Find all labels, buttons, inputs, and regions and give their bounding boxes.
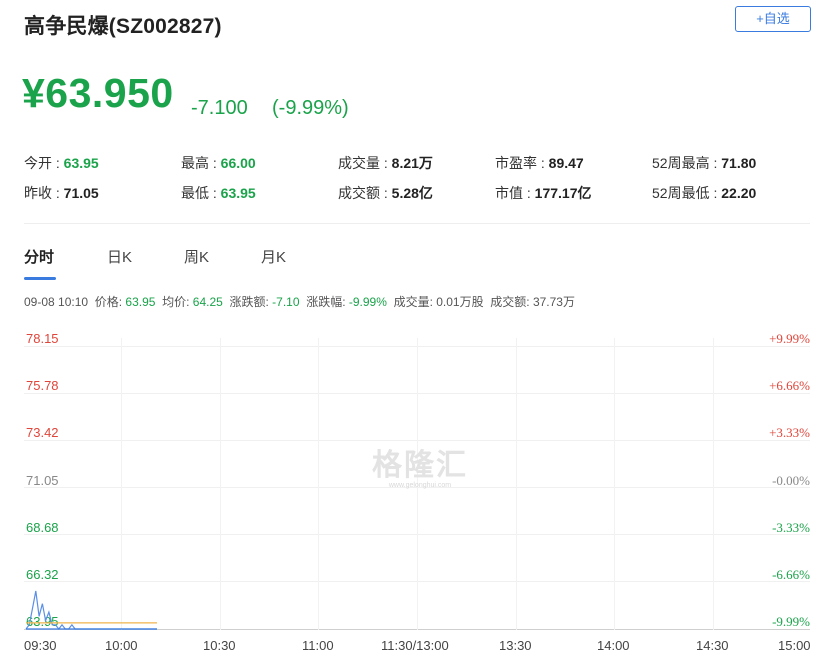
tab-intraday[interactable]: 分时 bbox=[24, 246, 54, 267]
watermark-name: 格隆汇 bbox=[372, 449, 468, 482]
stat-volume: 成交量 : 8.21万 bbox=[338, 153, 433, 173]
stat-open-label: 今开 : bbox=[24, 155, 64, 171]
section-divider bbox=[24, 223, 810, 224]
stat-high52-label: 52周最高 : bbox=[652, 155, 722, 171]
stat-low: 最低 : 63.95 bbox=[181, 183, 256, 203]
x-label-time: 15:00 bbox=[778, 638, 811, 653]
stat-high52: 52周最高 : 71.80 bbox=[652, 153, 756, 173]
stat-open: 今开 : 63.95 bbox=[24, 153, 99, 173]
intraday-chart bbox=[25, 590, 157, 630]
y-label-price: 71.05 bbox=[26, 473, 59, 488]
stat-pe-value: 89.47 bbox=[548, 155, 584, 171]
x-label-time: 13:30 bbox=[499, 638, 532, 653]
x-label-time: 10:30 bbox=[203, 638, 236, 653]
info-price-label: 价格: bbox=[94, 295, 126, 309]
info-price: 63.95 bbox=[125, 295, 156, 309]
y-label-percent: -0.00% bbox=[772, 473, 810, 488]
info-chg: -7.10 bbox=[272, 295, 300, 309]
info-vol-label: 成交量: bbox=[393, 295, 437, 309]
current-price: ¥63.950 bbox=[22, 70, 174, 116]
y-label-price: 68.68 bbox=[26, 520, 59, 535]
stat-high-value: 66.00 bbox=[220, 155, 256, 171]
info-avg: 64.25 bbox=[192, 295, 223, 309]
stat-prev-close: 昨收 : 71.05 bbox=[24, 183, 99, 203]
tab-weekly-k[interactable]: 周K bbox=[184, 246, 209, 267]
watermark-logo: 格隆汇 www.gelonghui.com bbox=[372, 440, 468, 489]
x-label-time: 11:30/13:00 bbox=[381, 638, 449, 653]
y-label-percent: +9.99% bbox=[769, 331, 810, 346]
info-amt-label: 成交额: bbox=[490, 295, 533, 309]
info-pct: -9.99% bbox=[348, 295, 387, 309]
stat-turnover: 成交额 : 5.28亿 bbox=[338, 183, 433, 203]
x-label-time: 10:00 bbox=[105, 638, 138, 653]
stock-title: 高争民爆(SZ002827) bbox=[24, 15, 222, 38]
stat-pe: 市盈率 : 89.47 bbox=[495, 153, 584, 173]
tab-monthly-k[interactable]: 月K bbox=[261, 246, 286, 267]
stat-volume-label: 成交量 : bbox=[338, 155, 392, 171]
stat-pe-label: 市盈率 : bbox=[495, 155, 549, 171]
tab-daily-k[interactable]: 日K bbox=[107, 246, 132, 267]
info-pct-label: 涨跌幅: bbox=[306, 295, 349, 309]
stat-prev-close-value: 71.05 bbox=[63, 185, 99, 201]
stat-high-label: 最高 : bbox=[181, 155, 221, 171]
y-label-percent: +3.33% bbox=[769, 425, 810, 440]
y-label-price: 73.42 bbox=[26, 425, 59, 440]
stat-low-label: 最低 : bbox=[181, 185, 221, 201]
stat-turnover-label: 成交额 : bbox=[338, 185, 392, 201]
stat-market-cap-label: 市值 : bbox=[495, 185, 535, 201]
y-label-price: 78.15 bbox=[26, 331, 59, 346]
active-tab-indicator bbox=[24, 277, 56, 280]
stat-market-cap-value: 177.17亿 bbox=[534, 185, 592, 201]
stat-high52-value: 71.80 bbox=[721, 155, 757, 171]
info-datetime: 09-08 10:10 bbox=[24, 295, 89, 309]
add-watchlist-button[interactable]: +自选 bbox=[735, 6, 811, 32]
stat-low52-label: 52周最低 : bbox=[652, 185, 722, 201]
info-avg-label: 均价: bbox=[162, 295, 193, 309]
y-label-percent: +6.66% bbox=[769, 378, 810, 393]
x-label-time: 14:30 bbox=[696, 638, 729, 653]
price-change-percent: (-9.99%) bbox=[272, 97, 349, 119]
stat-open-value: 63.95 bbox=[63, 155, 99, 171]
stat-low52-value: 22.20 bbox=[721, 185, 757, 201]
y-label-percent: -3.33% bbox=[772, 520, 810, 535]
price-change: -7.100 bbox=[191, 97, 248, 119]
x-label-time: 11:00 bbox=[302, 638, 334, 653]
stat-market-cap: 市值 : 177.17亿 bbox=[495, 183, 592, 203]
stat-high: 最高 : 66.00 bbox=[181, 153, 256, 173]
y-label-price: 75.78 bbox=[26, 378, 59, 393]
crosshair-info-bar: 09-08 10:10 价格: 63.95 均价: 64.25 涨跌额: -7.… bbox=[24, 293, 575, 310]
x-label-time: 14:00 bbox=[597, 638, 630, 653]
info-chg-label: 涨跌额: bbox=[229, 295, 273, 309]
x-label-time: 09:30 bbox=[24, 638, 57, 653]
info-amt: 37.73万 bbox=[532, 295, 575, 309]
info-vol: 0.01万股 bbox=[436, 295, 484, 309]
stat-prev-close-label: 昨收 : bbox=[24, 185, 64, 201]
stat-low-value: 63.95 bbox=[220, 185, 256, 201]
stat-turnover-value: 5.28亿 bbox=[391, 185, 433, 201]
stat-low52: 52周最低 : 22.20 bbox=[652, 183, 756, 203]
stat-volume-value: 8.21万 bbox=[391, 155, 433, 171]
